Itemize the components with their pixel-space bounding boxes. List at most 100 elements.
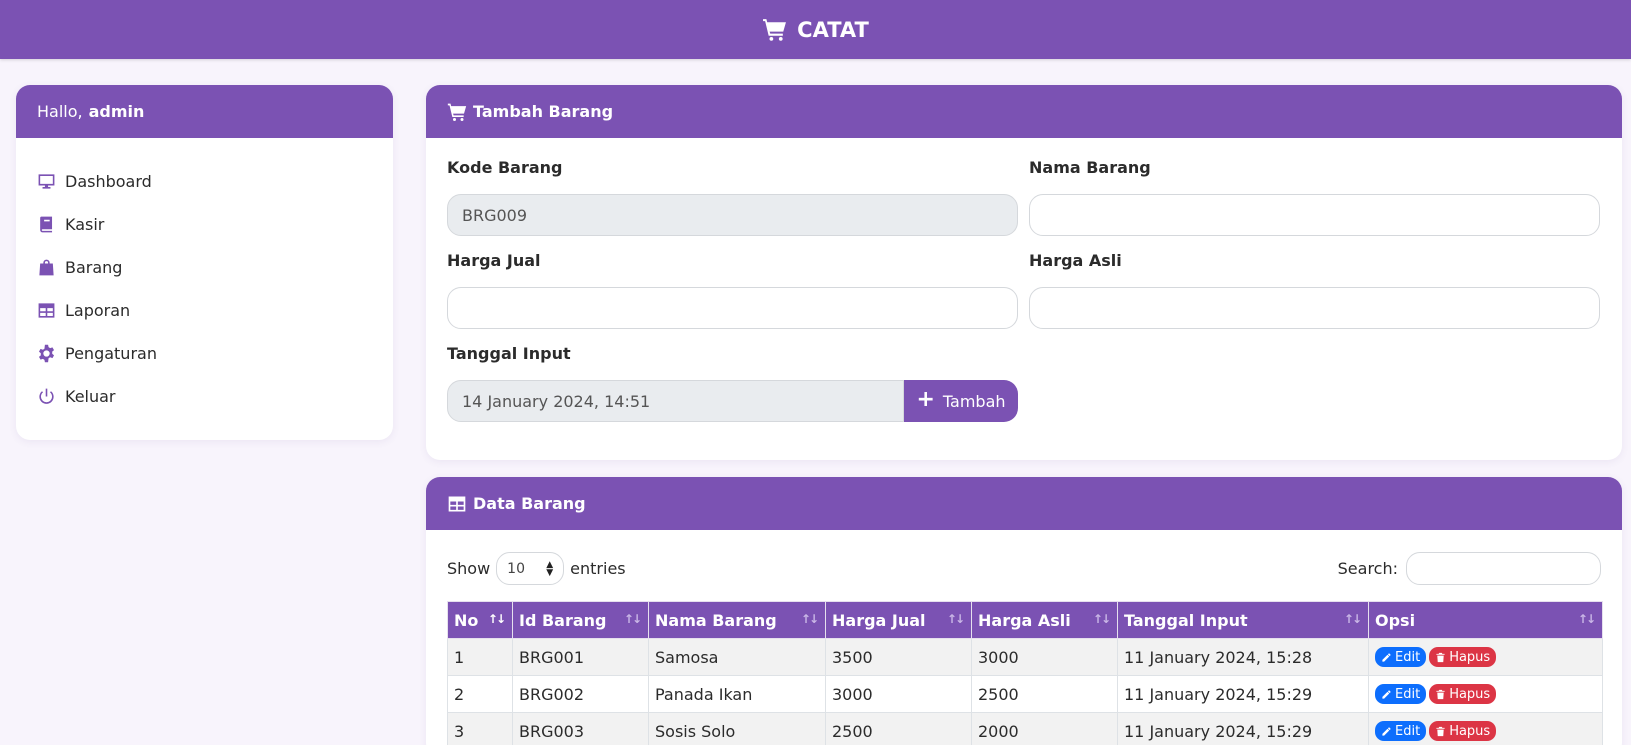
cell-id-barang: BRG003 <box>512 712 649 745</box>
trash-icon <box>1436 689 1445 699</box>
column-header-opsi[interactable]: Opsi ↑↓ <box>1368 601 1603 639</box>
book-icon <box>40 216 53 233</box>
card-title: Tambah Barang <box>473 102 614 121</box>
tanggal-input-field[interactable] <box>447 380 904 422</box>
sidebar-item-pengaturan[interactable]: Pengaturan <box>37 332 372 375</box>
search-input[interactable] <box>1406 552 1601 585</box>
cell-nama-barang: Sosis Solo <box>648 712 826 745</box>
cell-no: 1 <box>447 638 513 676</box>
cell-opsi: Edit Hapus <box>1368 638 1603 676</box>
sidebar: Hallo, admin Dashboard Kasir Barang Lapo… <box>16 85 393 440</box>
edit-button[interactable]: Edit <box>1375 684 1427 705</box>
tambah-button[interactable]: + Tambah <box>904 380 1018 422</box>
edit-button[interactable]: Edit <box>1375 647 1427 668</box>
sort-icon: ↑↓ <box>946 612 965 626</box>
cell-tanggal-input: 11 January 2024, 15:28 <box>1117 638 1369 676</box>
cell-id-barang: BRG002 <box>512 675 649 713</box>
entries-label: entries <box>570 559 626 578</box>
edit-label: Edit <box>1395 686 1421 702</box>
harga-jual-label: Harga Jual <box>447 251 541 270</box>
pencil-icon <box>1382 727 1391 736</box>
cell-harga-jual: 3000 <box>825 675 972 713</box>
cell-harga-asli: 2500 <box>971 675 1118 713</box>
sort-icon: ↑↓ <box>1577 612 1596 626</box>
edit-button[interactable]: Edit <box>1375 721 1427 742</box>
cart-icon <box>447 103 467 121</box>
add-item-form: Kode Barang Nama Barang Harga Jual Harga… <box>426 138 1622 460</box>
add-item-card: Tambah Barang Kode Barang Nama Barang Ha… <box>426 85 1622 460</box>
sort-icon: ↑↓ <box>1092 612 1111 626</box>
kode-barang-label: Kode Barang <box>447 158 563 177</box>
sidebar-item-dashboard[interactable]: Dashboard <box>37 160 372 203</box>
column-header-label: Nama Barang <box>655 610 777 630</box>
cell-tanggal-input: 11 January 2024, 15:29 <box>1117 675 1369 713</box>
sort-arrows-icon: ▲ ▼ <box>546 559 554 578</box>
sort-icon: ↑↓ <box>800 612 819 626</box>
sidebar-item-label: Barang <box>65 258 123 277</box>
data-barang-table: No ↑↓ Id Barang ↑↓ Nama Barang ↑↓ Harga Jua… <box>447 601 1603 745</box>
column-header-tanggal-input[interactable]: Tanggal Input ↑↓ <box>1117 601 1369 639</box>
entries-select[interactable]: 10 ▲ ▼ <box>496 552 565 585</box>
column-header-id-barang[interactable]: Id Barang ↑↓ <box>512 601 649 639</box>
delete-label: Hapus <box>1449 723 1491 739</box>
sidebar-menu: Dashboard Kasir Barang Laporan Pengatura… <box>16 138 393 440</box>
kode-barang-field[interactable] <box>447 194 1018 236</box>
add-item-header: Tambah Barang <box>426 85 1622 138</box>
delete-button[interactable]: Hapus <box>1429 647 1497 668</box>
table-row: 2 BRG002 Panada Ikan 3000 2500 11 Januar… <box>447 675 1603 713</box>
brand[interactable]: CATAT <box>762 17 869 42</box>
sidebar-item-laporan[interactable]: Laporan <box>37 289 372 332</box>
cell-opsi: Edit Hapus <box>1368 675 1603 713</box>
table-search: Search: <box>1338 552 1601 585</box>
sidebar-item-kasir[interactable]: Kasir <box>37 203 372 246</box>
table-controls: Show 10 ▲ ▼ entries Search: <box>426 530 1622 602</box>
delete-button[interactable]: Hapus <box>1429 684 1497 705</box>
trash-icon <box>1436 652 1445 662</box>
sidebar-item-label: Kasir <box>65 215 105 234</box>
sidebar-item-label: Keluar <box>65 387 116 406</box>
sidebar-header: Hallo, admin <box>16 85 393 138</box>
column-header-label: Harga Asli <box>978 610 1071 630</box>
app-title: CATAT <box>797 17 869 42</box>
delete-label: Hapus <box>1449 649 1491 665</box>
tanggal-input-label: Tanggal Input <box>447 344 571 363</box>
column-header-no[interactable]: No ↑↓ <box>447 601 513 639</box>
column-header-label: Id Barang <box>519 610 607 630</box>
sidebar-item-label: Dashboard <box>65 172 152 191</box>
cell-harga-jual: 3500 <box>825 638 972 676</box>
gear-icon <box>38 344 55 363</box>
column-header-harga-asli[interactable]: Harga Asli ↑↓ <box>971 601 1118 639</box>
cell-id-barang: BRG001 <box>512 638 649 676</box>
card-title: Data Barang <box>473 494 586 513</box>
delete-button[interactable]: Hapus <box>1429 721 1497 742</box>
column-header-label: Tanggal Input <box>1124 610 1248 630</box>
trash-icon <box>1436 726 1445 736</box>
table-row: 1 BRG001 Samosa 3500 3000 11 January 202… <box>447 638 1603 676</box>
column-header-nama-barang[interactable]: Nama Barang ↑↓ <box>648 601 826 639</box>
username: admin <box>88 102 145 121</box>
edit-label: Edit <box>1395 723 1421 739</box>
cell-opsi: Edit Hapus <box>1368 712 1603 745</box>
sort-icon: ↑↓ <box>1343 612 1362 626</box>
search-label: Search: <box>1337 559 1398 578</box>
harga-asli-field[interactable] <box>1029 287 1600 329</box>
cell-harga-jual: 2500 <box>825 712 972 745</box>
data-barang-header: Data Barang <box>426 477 1622 530</box>
cell-no: 2 <box>447 675 513 713</box>
table-header-row: No ↑↓ Id Barang ↑↓ Nama Barang ↑↓ Harga Jua… <box>447 601 1603 639</box>
pencil-icon <box>1382 690 1391 699</box>
table-icon <box>448 496 466 511</box>
greeting-text: Hallo, <box>37 102 83 121</box>
column-header-label: Harga Jual <box>832 610 926 630</box>
cart-icon <box>763 19 787 41</box>
sort-icon: ↑↓ <box>487 612 506 626</box>
cell-harga-asli: 2000 <box>971 712 1118 745</box>
cell-harga-asli: 3000 <box>971 638 1118 676</box>
column-header-harga-jual[interactable]: Harga Jual ↑↓ <box>825 601 972 639</box>
delete-label: Hapus <box>1449 686 1491 702</box>
edit-label: Edit <box>1395 649 1421 665</box>
harga-jual-field[interactable] <box>447 287 1018 329</box>
sidebar-item-barang[interactable]: Barang <box>37 246 372 289</box>
sidebar-item-keluar[interactable]: Keluar <box>37 375 372 418</box>
nama-barang-field[interactable] <box>1029 194 1600 236</box>
